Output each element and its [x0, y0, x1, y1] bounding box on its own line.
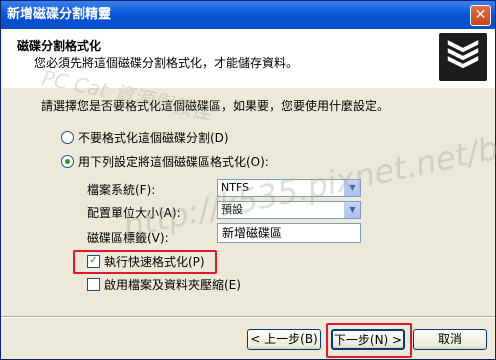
back-button[interactable]: < 上一步(B) — [247, 329, 321, 350]
wizard-window: 新增磁碟分割精靈 ✕ 磁碟分割格式化 您必須先將這個磁碟分割格式化，才能儲存資料… — [0, 0, 496, 360]
format-with-label: 用下列設定將這個磁碟區格式化(O): — [78, 155, 269, 169]
quick-format-label: 執行快速格式化(P) — [104, 255, 205, 269]
filesystem-label: 檔案系統(F): — [87, 183, 156, 197]
no-format-radio[interactable]: 不要格式化這個磁碟分割(D) — [61, 130, 229, 146]
header-title: 磁碟分割格式化 — [17, 39, 102, 53]
quick-format-checkbox[interactable]: ✓ 執行快速格式化(P) — [87, 254, 205, 270]
radio-circle-selected[interactable] — [61, 155, 74, 168]
close-button[interactable]: ✕ — [470, 5, 491, 26]
radio-circle[interactable] — [61, 131, 74, 144]
compression-checkbox[interactable]: 啟用檔案及資料夾壓縮(E) — [87, 277, 241, 293]
no-format-label: 不要格式化這個磁碟分割(D) — [78, 131, 229, 145]
volume-label-input[interactable]: 新增磁碟區 — [217, 223, 361, 243]
next-button[interactable]: 下一步(N) > — [331, 329, 405, 350]
checkmark-icon[interactable]: ✓ — [87, 255, 100, 268]
disk-stack-icon — [439, 33, 487, 81]
format-with-radio[interactable]: 用下列設定將這個磁碟區格式化(O): — [61, 154, 269, 170]
cancel-button[interactable]: 取消 — [413, 329, 487, 350]
footer-divider-highlight — [1, 317, 495, 318]
title-bar[interactable]: 新增磁碟分割精靈 ✕ — [1, 1, 495, 29]
compression-label: 啟用檔案及資料夾壓縮(E) — [104, 278, 241, 292]
checkbox-empty[interactable] — [87, 278, 100, 291]
chevron-down-icon[interactable]: ▼ — [344, 202, 360, 218]
window-title: 新增磁碟分割精靈 — [7, 7, 112, 22]
